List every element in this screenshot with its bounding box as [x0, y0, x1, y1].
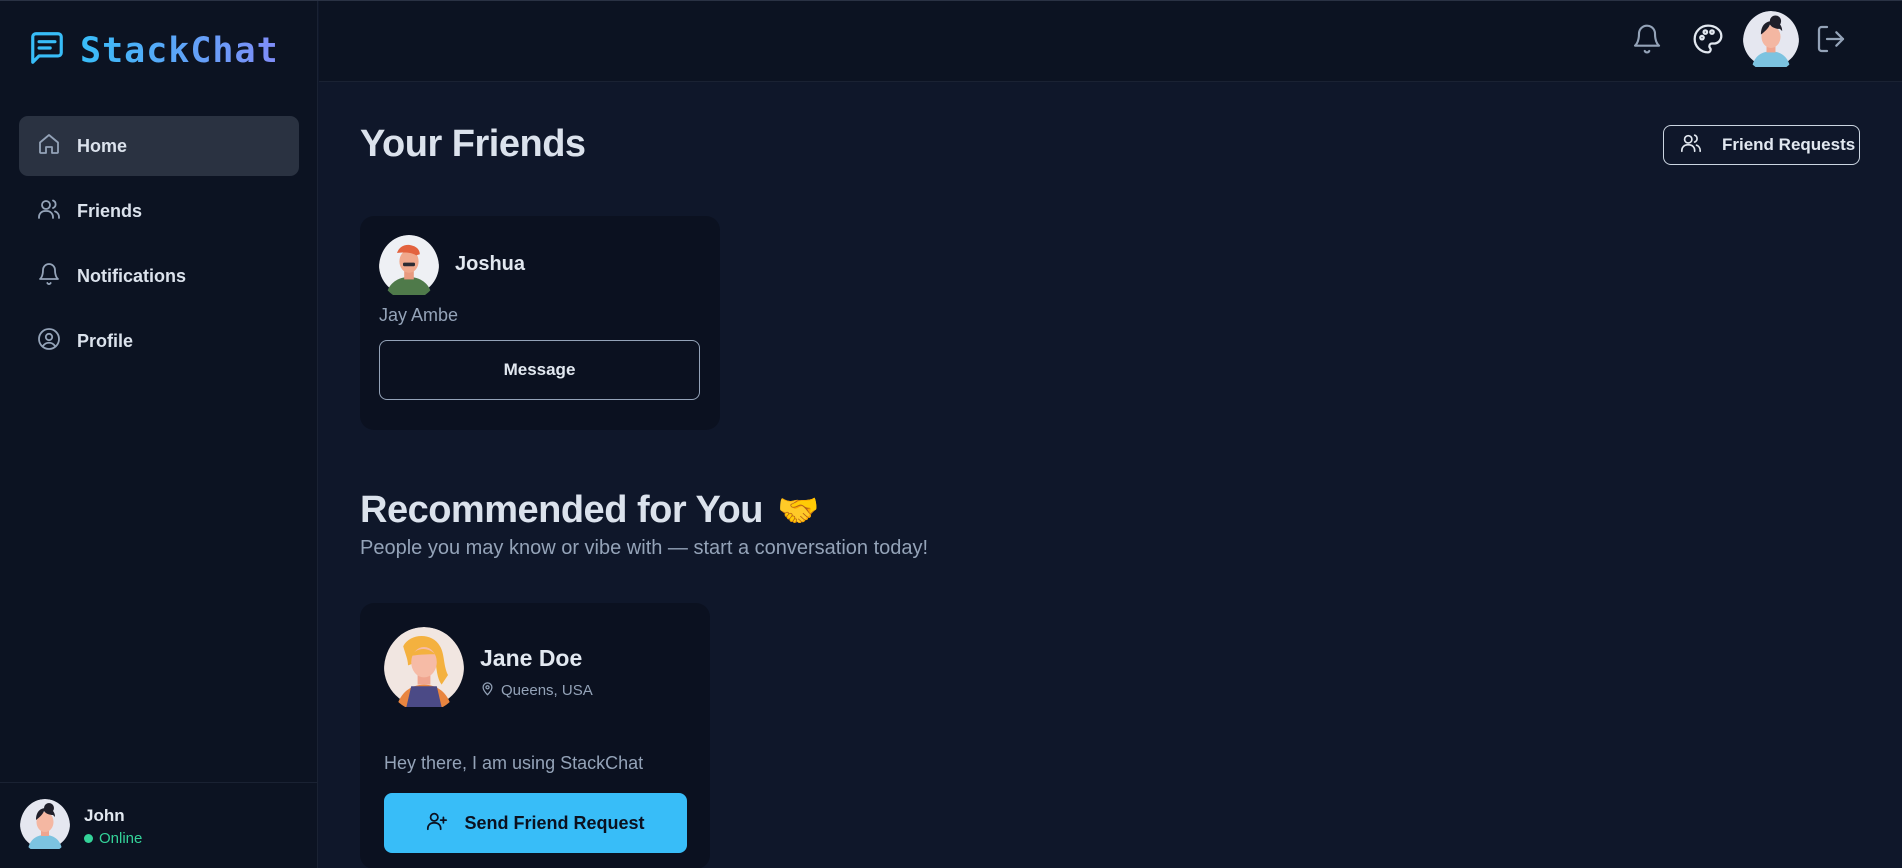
recommendation-card: Jane Doe Queens, USA Hey there, I am usi…	[360, 603, 710, 868]
status-badge: Online	[84, 830, 142, 847]
status-text: Online	[99, 829, 143, 847]
online-dot-icon	[84, 833, 93, 843]
page-title: Your Friends	[360, 123, 586, 165]
friend-requests-button[interactable]: Friend Requests	[1663, 125, 1860, 165]
recommendation-bio: Hey there, I am using StackChat	[384, 753, 644, 773]
palette-icon[interactable]	[1692, 23, 1724, 60]
sidebar-item-label: Profile	[77, 330, 134, 351]
bell-icon[interactable]	[1631, 23, 1663, 60]
map-pin-icon	[480, 681, 495, 700]
users-icon	[37, 197, 61, 226]
app-name: StackChat	[80, 30, 279, 71]
user-circle-icon	[37, 327, 61, 356]
sidebar-item-label: Friends	[77, 200, 143, 221]
sidebar-item-home[interactable]: Home	[19, 116, 299, 176]
current-user-name: John	[84, 805, 125, 825]
sidebar-nav: Home Friends Notifications Profile	[19, 116, 299, 376]
logout-icon[interactable]	[1815, 23, 1847, 60]
app-root: StackChat Home Friends Notifications Pro…	[0, 0, 1902, 868]
topbar	[319, 1, 1902, 82]
recommendation-location: Queens, USA	[480, 681, 593, 700]
current-user[interactable]: John Online	[0, 782, 318, 868]
logo[interactable]: StackChat	[28, 29, 279, 72]
avatar[interactable]	[1743, 11, 1799, 72]
recommendation-name: Jane Doe	[480, 645, 583, 671]
handshake-icon: 🤝	[776, 491, 819, 530]
users-icon	[1680, 132, 1702, 159]
friend-card: Joshua Jay Ambe Message	[360, 216, 720, 430]
message-button[interactable]: Message	[379, 340, 700, 400]
location-text: Queens, USA	[501, 682, 593, 699]
bell-icon	[37, 262, 61, 291]
avatar	[20, 798, 70, 854]
home-icon	[37, 132, 61, 161]
current-user-info: John Online	[84, 806, 142, 847]
sidebar-item-notifications[interactable]: Notifications	[19, 246, 299, 306]
sidebar-item-friends[interactable]: Friends	[19, 181, 299, 241]
user-plus-icon	[426, 810, 448, 837]
main-content: Your Friends Friend Requests Joshua Jay …	[319, 83, 1902, 868]
recommended-subtitle: People you may know or vibe with — start…	[360, 537, 929, 559]
avatar	[379, 235, 439, 300]
friend-subtitle: Jay Ambe	[379, 305, 459, 325]
friend-name: Joshua	[455, 253, 526, 275]
sidebar-item-profile[interactable]: Profile	[19, 311, 299, 371]
send-friend-request-label: Send Friend Request	[464, 812, 645, 833]
recommended-title: Recommended for You 🤝	[360, 489, 819, 532]
sidebar-item-label: Notifications	[77, 265, 187, 286]
sidebar-item-label: Home	[77, 135, 128, 156]
sidebar: StackChat Home Friends Notifications Pro…	[0, 1, 318, 868]
chat-icon	[28, 29, 66, 72]
avatar	[384, 627, 464, 712]
recommended-title-text: Recommended for You	[360, 489, 763, 531]
friend-requests-label: Friend Requests	[1722, 135, 1856, 154]
send-friend-request-button[interactable]: Send Friend Request	[384, 793, 687, 853]
